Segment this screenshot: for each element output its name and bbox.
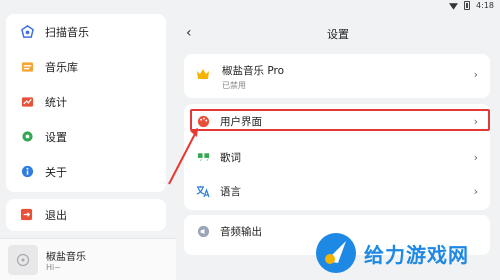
logout-button[interactable]: 退出 xyxy=(6,199,166,231)
nav-item-settings[interactable]: 设置 xyxy=(6,119,166,154)
crown-icon xyxy=(197,69,209,79)
player-subtitle: Hi~ xyxy=(46,263,61,272)
highlight-box xyxy=(190,109,490,131)
pro-row[interactable]: 椒盐音乐 Pro 已禁用 › xyxy=(184,54,490,98)
player-title: 椒盐音乐 xyxy=(46,252,86,263)
watermark: 给力游戏网 xyxy=(314,226,500,280)
watermark-logo-icon xyxy=(316,233,356,273)
scan-music-icon xyxy=(20,25,34,39)
translate-icon xyxy=(196,184,210,198)
settings-item-lyrics[interactable]: 歌词 › xyxy=(184,142,490,172)
album-cover xyxy=(8,245,38,275)
chevron-right-icon: › xyxy=(473,68,478,81)
nav-item-scan-music[interactable]: 扫描音乐 xyxy=(6,14,166,49)
gear-icon xyxy=(20,130,34,144)
nav-menu: 扫描音乐 音乐库 统计 设置 关于 xyxy=(6,14,166,192)
pro-status: 已禁用 xyxy=(222,81,246,90)
nav-item-about[interactable]: 关于 xyxy=(6,154,166,189)
music-note-icon xyxy=(16,253,30,267)
info-icon xyxy=(20,165,34,179)
page-title: 设置 xyxy=(327,28,349,41)
pro-title: 椒盐音乐 Pro xyxy=(222,65,284,77)
annotation-arrow xyxy=(168,128,198,185)
settings-item-label: 音频输出 xyxy=(220,225,262,238)
nav-item-label: 统计 xyxy=(45,95,67,109)
nav-item-label: 设置 xyxy=(45,130,67,144)
battery-icon xyxy=(464,1,471,10)
settings-item-label: 歌词 xyxy=(220,151,241,164)
settings-item-language[interactable]: 语言 › xyxy=(184,176,490,206)
chevron-right-icon: › xyxy=(473,184,478,198)
logout-icon xyxy=(20,208,34,222)
nav-item-label: 音乐库 xyxy=(45,60,78,74)
mini-player[interactable]: 椒盐音乐 Hi~ xyxy=(0,238,176,280)
nav-item-label: 关于 xyxy=(45,165,67,179)
stats-icon xyxy=(20,95,34,109)
nav-item-label: 扫描音乐 xyxy=(45,25,89,39)
watermark-text: 给力游戏网 xyxy=(364,242,469,267)
status-time: 4:18 xyxy=(476,1,494,10)
logout-label: 退出 xyxy=(45,209,67,222)
status-bar: 4:18 xyxy=(0,0,500,14)
settings-item-label: 语言 xyxy=(220,185,241,198)
chevron-right-icon: › xyxy=(473,150,478,164)
nav-item-music-library[interactable]: 音乐库 xyxy=(6,49,166,84)
wifi-icon xyxy=(449,2,459,10)
audio-output-icon xyxy=(196,224,210,238)
nav-item-stats[interactable]: 统计 xyxy=(6,84,166,119)
music-library-icon xyxy=(20,60,34,74)
